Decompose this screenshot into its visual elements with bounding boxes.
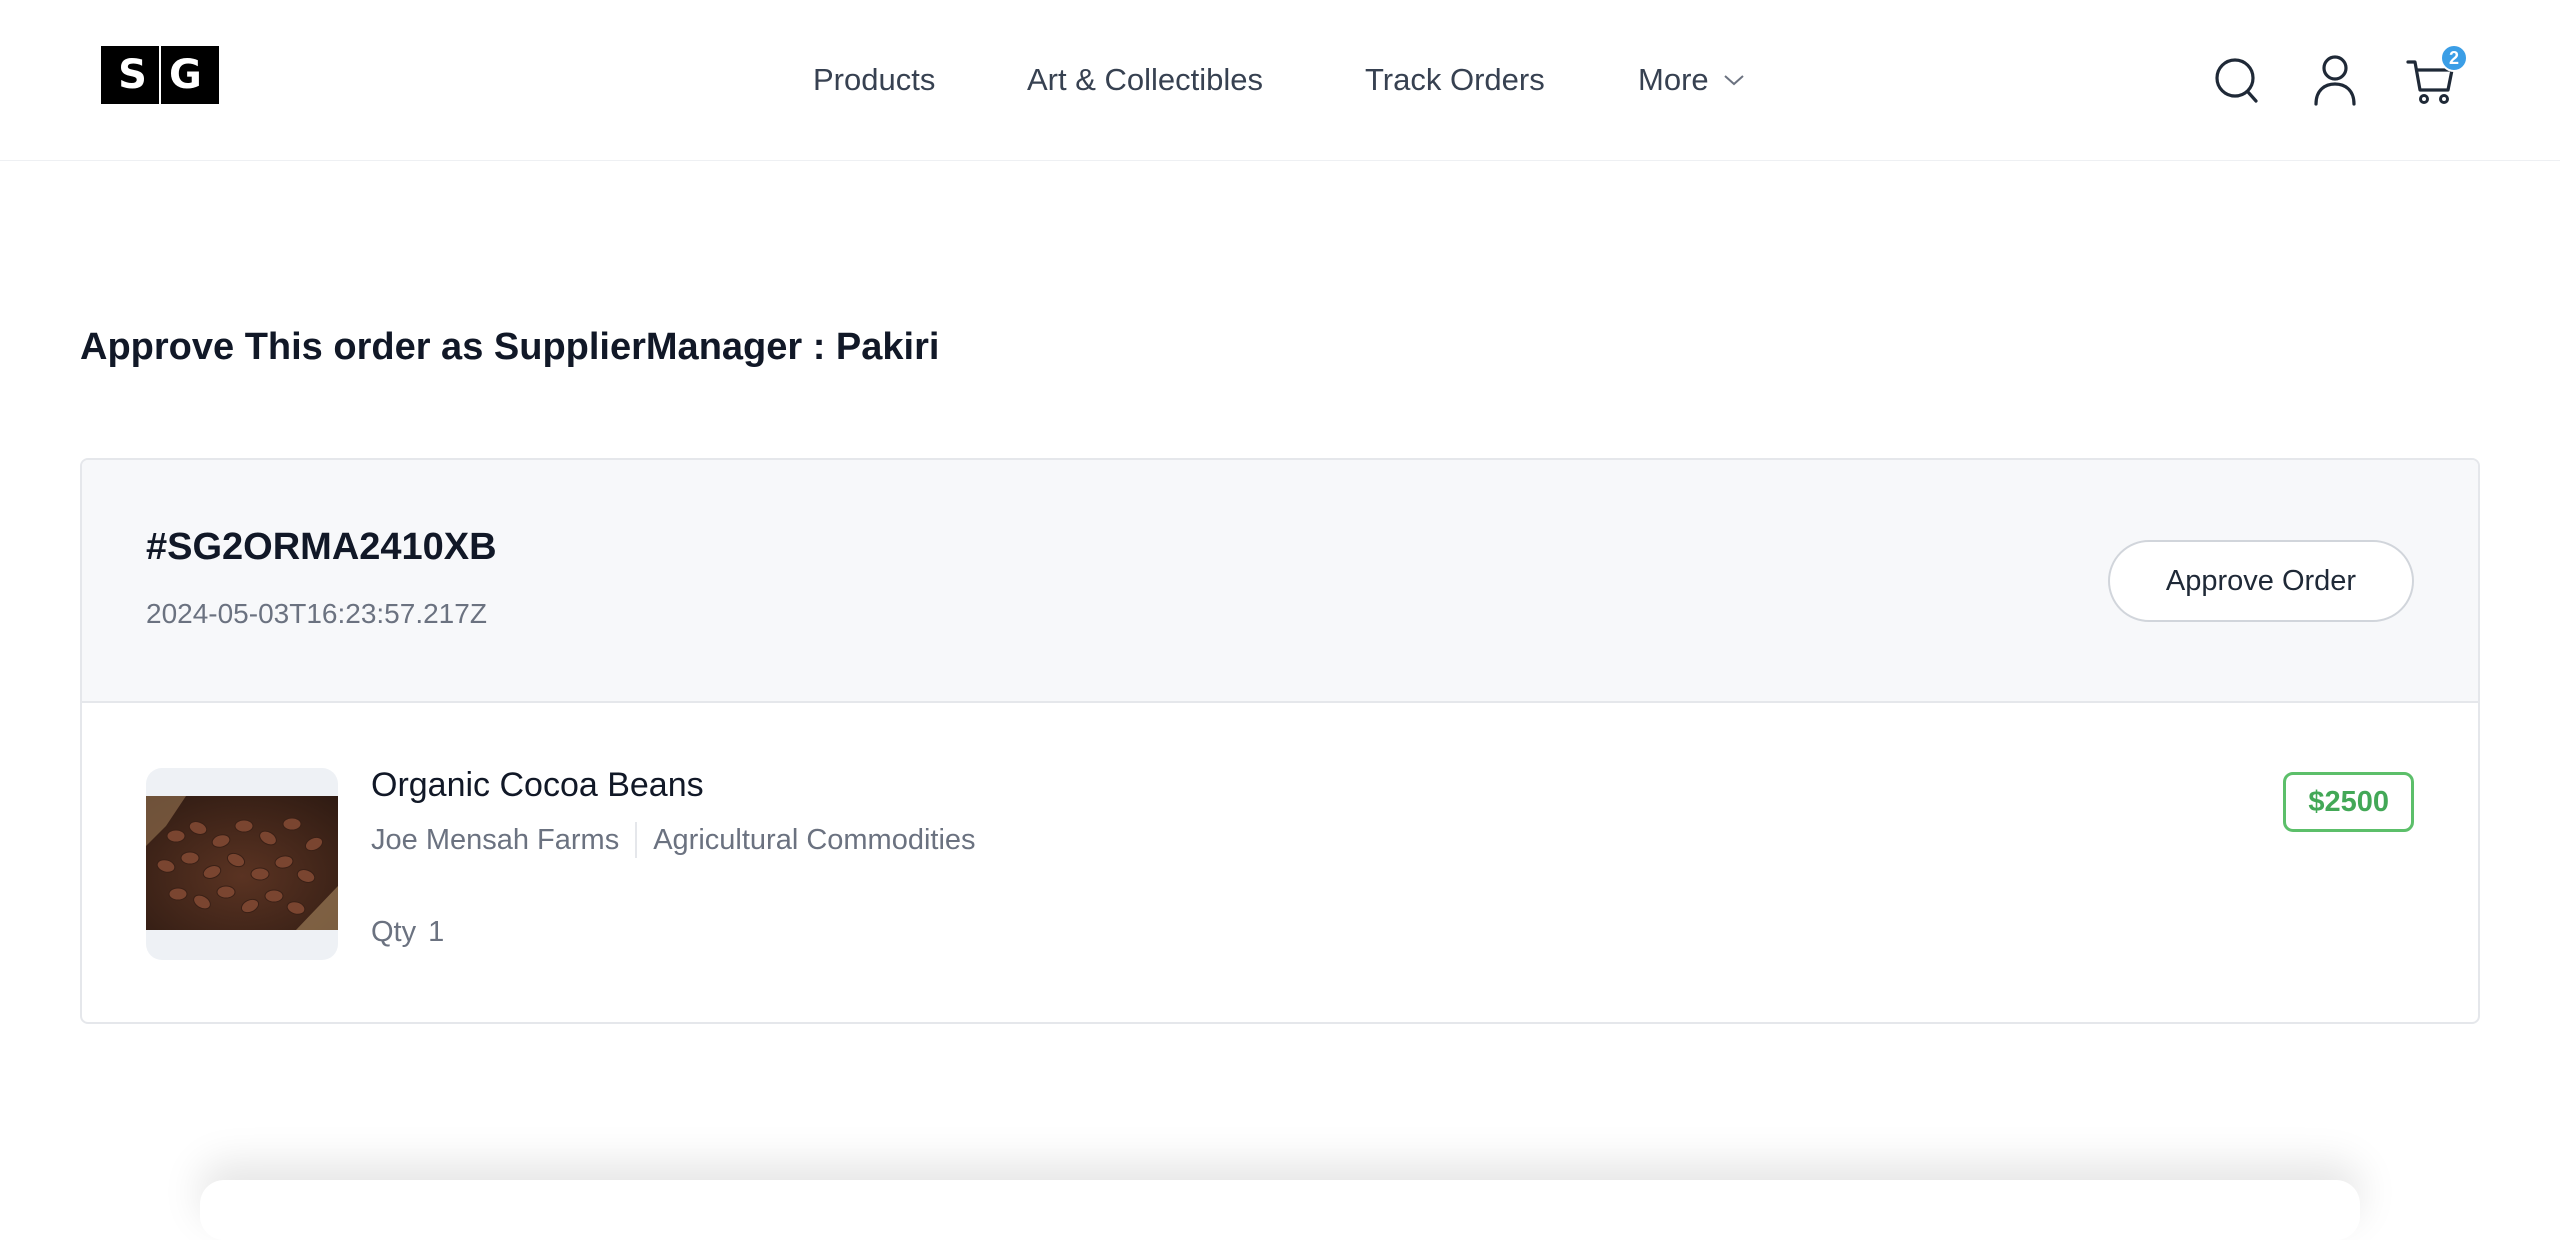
qty-label: Qty: [371, 916, 417, 948]
logo-letter-g: G: [168, 52, 202, 98]
bottom-panel: [200, 1180, 2360, 1240]
user-icon: [2314, 55, 2356, 106]
product-thumbnail[interactable]: [146, 768, 338, 960]
product-supplier: Joe Mensah Farms: [371, 823, 620, 856]
chevron-down-icon: [1723, 75, 1744, 86]
order-header: #SG2ORMA2410XB 2024-05-03T16:23:57.217Z …: [82, 460, 2478, 703]
order-card: #SG2ORMA2410XB 2024-05-03T16:23:57.217Z …: [80, 458, 2480, 1024]
qty-value: 1: [428, 916, 445, 948]
sg-logo[interactable]: S G: [101, 46, 219, 104]
order-date: 2024-05-03T16:23:57.217Z: [146, 598, 487, 629]
order-id: #SG2ORMA2410XB: [146, 526, 497, 568]
price-badge: $2500: [2283, 772, 2414, 832]
account-button[interactable]: [2313, 54, 2357, 106]
site-header: S G Products Art & Collectibles Track Or…: [0, 0, 2560, 161]
logo-letter-s: S: [118, 52, 147, 98]
meta-divider: [635, 822, 638, 858]
search-button[interactable]: [2214, 56, 2260, 106]
cart-count-badge: 2: [2440, 44, 2468, 72]
product-meta: Joe Mensah Farms Agricultural Commoditie…: [371, 822, 976, 858]
page-title: Approve This order as SupplierManager : …: [80, 326, 940, 368]
nav-track-orders[interactable]: Track Orders: [1365, 56, 1545, 104]
product-name[interactable]: Organic Cocoa Beans: [371, 766, 704, 805]
product-category: Agricultural Commodities: [653, 823, 976, 856]
logo-divider: [159, 46, 161, 104]
approve-order-button[interactable]: Approve Order: [2108, 540, 2414, 622]
product-quantity: Qty 1: [371, 916, 444, 949]
nav-more[interactable]: More: [1638, 56, 1745, 104]
nav-products[interactable]: Products: [813, 56, 935, 104]
nav-art-collectibles[interactable]: Art & Collectibles: [1027, 56, 1263, 104]
cocoa-beans-image: [146, 796, 338, 930]
nav-more-label: More: [1638, 62, 1709, 97]
search-icon: [2215, 58, 2258, 103]
